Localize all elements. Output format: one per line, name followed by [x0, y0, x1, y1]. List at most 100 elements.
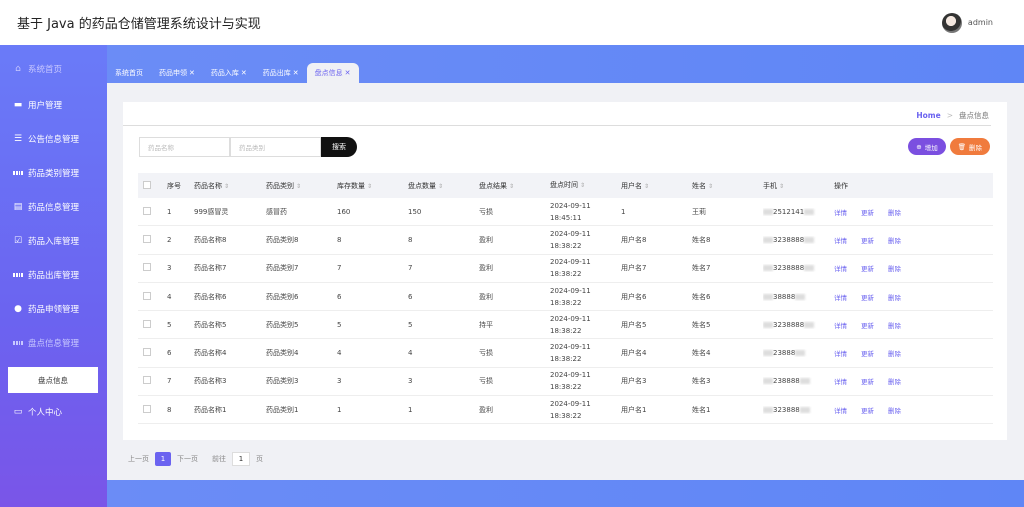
table-cell: 6 — [167, 349, 172, 358]
tab-requisition[interactable]: 药品申领 ✕ — [151, 63, 203, 83]
table-cell: 5 — [167, 320, 172, 329]
sidebar-item-requisition[interactable]: ● 药品申领管理 — [13, 303, 79, 315]
sidebar-item-label: 用户管理 — [28, 101, 63, 111]
row-delete-button[interactable]: 删除 — [888, 405, 901, 415]
col-header[interactable]: 姓名 ⇕ — [692, 181, 763, 191]
update-button[interactable]: 更新 — [861, 405, 874, 415]
sidebar-item-users[interactable]: ▬ 用户管理 — [13, 99, 62, 111]
detail-button[interactable]: 详情 — [834, 292, 847, 302]
redacted-mark — [763, 293, 773, 300]
search-button[interactable]: 搜索 — [321, 137, 357, 157]
row-delete-button[interactable]: 删除 — [888, 263, 901, 273]
detail-button[interactable]: 详情 — [834, 320, 847, 330]
table-cell: 6 — [408, 292, 413, 301]
pagination: 上一页 1 下一页 前往 1 页 — [128, 452, 263, 466]
redacted-mark — [763, 265, 773, 272]
row-checkbox[interactable] — [143, 206, 151, 215]
update-button[interactable]: 更新 — [861, 207, 874, 217]
row-delete-button[interactable]: 删除 — [888, 348, 901, 358]
col-header[interactable]: 手机 ⇕ — [763, 181, 834, 191]
sidebar-subitem-inventory-info[interactable]: 盘点信息 — [8, 367, 98, 393]
row-checkbox[interactable] — [143, 234, 151, 243]
detail-button[interactable]: 详情 — [834, 405, 847, 415]
next-page-button[interactable]: 下一页 — [177, 454, 198, 464]
col-header[interactable]: 盘点数量 ⇕ — [408, 181, 479, 191]
update-button[interactable]: 更新 — [861, 320, 874, 330]
table-cell: 药品类别4 — [266, 349, 299, 358]
row-checkbox[interactable] — [143, 404, 151, 413]
col-header[interactable]: 盘点结果 ⇕ — [479, 181, 550, 191]
update-button[interactable]: 更新 — [861, 376, 874, 386]
update-button[interactable]: 更新 — [861, 348, 874, 358]
row-delete-button[interactable]: 删除 — [888, 320, 901, 330]
check-icon: ☑ — [13, 236, 23, 246]
table-cell: 5 — [337, 320, 342, 329]
col-header[interactable]: 用户名 ⇕ — [621, 181, 692, 191]
add-button[interactable]: ⊕ 增加 — [908, 138, 946, 155]
avatar[interactable] — [941, 12, 962, 33]
goto-page-input[interactable]: 1 — [232, 452, 250, 466]
row-delete-button[interactable]: 删除 — [888, 376, 901, 386]
table-cell: 8 — [337, 235, 342, 244]
detail-button[interactable]: 详情 — [834, 207, 847, 217]
row-actions: 详情 更新 删除 — [834, 376, 924, 386]
table-cell: 2024-09-11 18:38:22 — [550, 399, 591, 420]
col-header[interactable]: 药品名称 ⇕ — [194, 181, 266, 191]
close-icon[interactable]: ✕ — [189, 69, 195, 77]
tab-home[interactable]: 系统首页 — [107, 63, 151, 83]
table-header: 序号 药品名称 ⇕ 药品类别 ⇕ 库存数量 ⇕ 盘点数量 ⇕ 盘点结果 ⇕ 盘点时间 ⇕ 用… — [138, 173, 993, 198]
sidebar-item-stock-out[interactable]: 药品出库管理 — [13, 269, 79, 281]
detail-button[interactable]: 详情 — [834, 263, 847, 273]
drug-type-input[interactable]: 药品类别 — [230, 137, 321, 157]
user-menu[interactable]: admin — [941, 12, 993, 33]
prev-page-button[interactable]: 上一页 — [128, 454, 149, 464]
table-cell: 1 — [408, 405, 413, 414]
col-header[interactable]: 库存数量 ⇕ — [337, 181, 408, 191]
card-icon: ▭ — [13, 407, 23, 417]
row-delete-button[interactable]: 删除 — [888, 292, 901, 302]
monitor-icon: ▬ — [13, 100, 23, 110]
tab-inventory[interactable]: 盘点信息 ✕ — [306, 63, 359, 83]
table-row: 7 药品名称3 药品类别3 3 3 亏损 2024-09-11 18:38:22 用户名3 姓名… — [138, 368, 993, 397]
col-header[interactable]: 盘点时间 ⇕ — [550, 179, 621, 192]
sidebar-item-notices[interactable]: ☰ 公告信息管理 — [13, 133, 79, 145]
detail-button[interactable]: 详情 — [834, 376, 847, 386]
row-delete-button[interactable]: 删除 — [888, 235, 901, 245]
row-checkbox[interactable] — [143, 348, 151, 357]
close-icon[interactable]: ✕ — [241, 69, 247, 77]
row-checkbox[interactable] — [143, 291, 151, 300]
page-number[interactable]: 1 — [155, 452, 171, 466]
table-cell: 姓名1 — [692, 405, 711, 414]
breadcrumb: Home > 盘点信息 — [916, 110, 989, 121]
tab-stock-in[interactable]: 药品入库 ✕ — [203, 63, 255, 83]
row-checkbox[interactable] — [143, 319, 151, 328]
sidebar-item-drug-info[interactable]: ▤ 药品信息管理 — [13, 201, 79, 213]
table-cell: 1 — [167, 207, 172, 216]
row-checkbox[interactable] — [143, 263, 151, 272]
sidebar-item-stock-in[interactable]: ☑ 药品入库管理 — [13, 235, 79, 247]
row-checkbox[interactable] — [143, 376, 151, 385]
close-icon[interactable]: ✕ — [293, 69, 299, 77]
redacted-mark — [763, 350, 773, 357]
sidebar: ⌂ 系统首页 ▬ 用户管理 ☰ 公告信息管理 药品类别管理 ▤ 药品信息管理 ☑… — [0, 45, 107, 507]
detail-button[interactable]: 详情 — [834, 348, 847, 358]
sidebar-item-inventory[interactable]: 盘点信息管理 — [13, 337, 79, 349]
breadcrumb-home[interactable]: Home — [916, 111, 940, 120]
close-icon[interactable]: ✕ — [345, 69, 351, 77]
sidebar-item-profile[interactable]: ▭ 个人中心 — [13, 406, 62, 418]
row-delete-button[interactable]: 删除 — [888, 207, 901, 217]
update-button[interactable]: 更新 — [861, 292, 874, 302]
col-header: 操作 — [834, 181, 848, 190]
sidebar-item-categories[interactable]: 药品类别管理 — [13, 167, 79, 179]
update-button[interactable]: 更新 — [861, 263, 874, 273]
tab-stock-out[interactable]: 药品出库 ✕ — [255, 63, 307, 83]
detail-button[interactable]: 详情 — [834, 235, 847, 245]
sidebar-item-home[interactable]: ⌂ 系统首页 — [13, 63, 62, 75]
update-button[interactable]: 更新 — [861, 235, 874, 245]
col-header[interactable]: 药品类别 ⇕ — [266, 181, 337, 191]
select-all-checkbox[interactable] — [143, 180, 151, 189]
table-cell: 亏损 — [479, 377, 493, 386]
cell-phone: 23888 — [763, 349, 834, 357]
delete-button[interactable]: 🗑 删除 — [949, 138, 990, 155]
drug-name-input[interactable]: 药品名称 — [139, 137, 230, 157]
